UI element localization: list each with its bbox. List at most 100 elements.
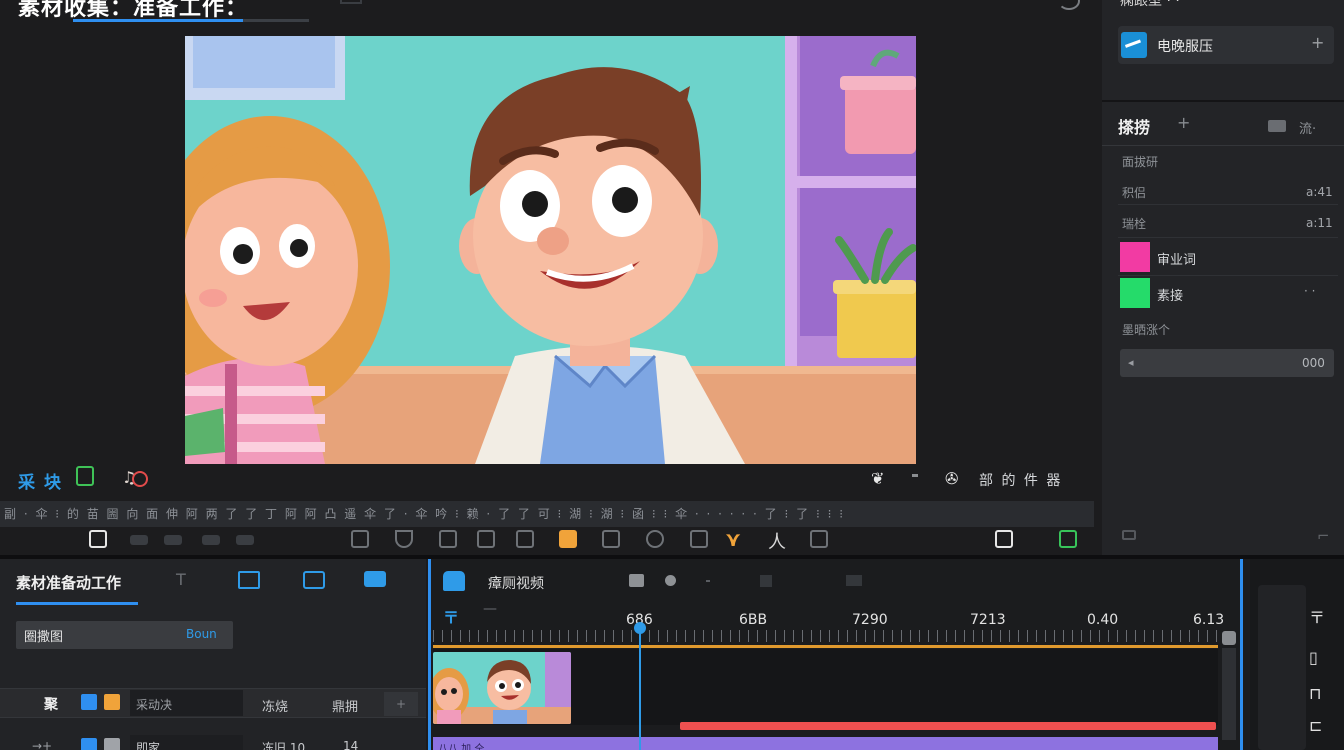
property-label: 瑞栓: [1122, 217, 1147, 231]
add-asset-button[interactable]: +: [1311, 33, 1324, 52]
cartoon-frame-image: [185, 36, 916, 464]
divider: [1102, 145, 1344, 146]
panel-icon[interactable]: ▯: [1309, 648, 1318, 667]
tab-assets[interactable]: 素材准备动工作: [16, 572, 121, 593]
tab-chat-icon[interactable]: [364, 571, 386, 587]
crop-tool-icon[interactable]: 采: [18, 468, 35, 493]
camera-icon[interactable]: [629, 574, 644, 587]
marker-icon[interactable]: [351, 530, 369, 548]
zoom-out-icon[interactable]: —: [483, 601, 497, 617]
timecode-label: 0.40: [1087, 612, 1119, 628]
tab-effects-icon[interactable]: [303, 571, 325, 589]
pin-icon[interactable]: [477, 530, 495, 548]
reset-icon[interactable]: [1122, 530, 1136, 540]
audio-record-icon[interactable]: ♫: [122, 468, 149, 487]
chat-icon: [443, 571, 465, 591]
tab-text-icon[interactable]: T: [176, 570, 186, 589]
align-top-icon[interactable]: 〒: [1309, 604, 1325, 628]
bracket-icon[interactable]: ⊓: [1309, 684, 1321, 703]
timeline-focus-border: [428, 559, 431, 750]
ruler-strip-text: 副 · 伞 ⁝ 的 苗 圌 向 面 伸 阿 两 了 了 丁 阿 阿 凸 遥 伞 …: [4, 507, 846, 521]
scroll-up-button[interactable]: [1222, 631, 1236, 645]
video-preview[interactable]: [185, 36, 916, 464]
add-property-button[interactable]: +: [1177, 113, 1190, 132]
color-stepper[interactable]: · ·: [1304, 284, 1315, 298]
search-filter-tag[interactable]: Boun: [186, 627, 217, 641]
timecode-label: 7290: [852, 612, 888, 628]
property-label: 墨晒涨个: [1122, 323, 1171, 337]
reverse-icon[interactable]: [690, 530, 708, 548]
video-type-icon: [81, 738, 97, 750]
color-swatch-pink[interactable]: [1120, 242, 1150, 272]
snap-icon[interactable]: 〒: [443, 604, 459, 628]
text-tool-icon[interactable]: [439, 530, 457, 548]
playhead[interactable]: [639, 626, 641, 750]
property-value[interactable]: a:41: [1306, 185, 1333, 199]
property-label: 积侣: [1122, 186, 1147, 200]
list-item-col-1: 冻旧 10: [262, 741, 306, 750]
freeze-icon[interactable]: [236, 535, 254, 545]
color-swatch-green[interactable]: [1120, 278, 1150, 308]
playhead-handle[interactable]: [634, 622, 646, 634]
title-underline-fill: [73, 19, 243, 22]
zoom-icon[interactable]: [995, 530, 1013, 548]
list-item-field-text: 采动决: [136, 698, 173, 712]
clip-thumbnail-image: [433, 652, 571, 724]
frame-tool-icon[interactable]: [76, 466, 94, 486]
asset-label: 电晚服压: [1157, 39, 1213, 55]
settings-icon[interactable]: ✇: [945, 469, 958, 488]
asset-thumbnail-icon: [1121, 32, 1147, 58]
panel-collapse-icon[interactable]: [340, 0, 362, 4]
snap-toggle-icon[interactable]: [1059, 530, 1077, 548]
person-icon[interactable]: 人: [768, 528, 786, 554]
mask-icon[interactable]: [395, 530, 413, 548]
vertical-scrollbar[interactable]: [1222, 648, 1236, 740]
file-type-icon: [104, 738, 120, 750]
layout-icon[interactable]: [1268, 120, 1286, 132]
audio-clip[interactable]: [680, 722, 1216, 730]
timeline-title: 瘴厕视频: [488, 576, 544, 592]
redo-icon[interactable]: [164, 535, 182, 545]
list-item-field-text: 即家: [136, 741, 161, 750]
audio-meter: [1258, 585, 1306, 750]
preview-ratio-label[interactable]: 部 的 件 器: [979, 470, 1062, 490]
timecode-label: 6BB: [739, 612, 768, 628]
add-item-button[interactable]: +: [384, 692, 418, 716]
theme-moon-icon[interactable]: [1058, 0, 1080, 10]
divider: [1102, 100, 1344, 102]
timeline-ruler[interactable]: [433, 630, 1218, 642]
work-area-bar[interactable]: [433, 645, 1218, 648]
divider: [1118, 237, 1338, 238]
section-mode-toggle[interactable]: 流·: [1299, 118, 1316, 137]
keyframe-icon[interactable]: [516, 530, 534, 548]
list-item-label: 聚: [44, 697, 58, 713]
split-tool-icon[interactable]: 块: [44, 468, 61, 493]
tab-sticker-icon[interactable]: [238, 571, 260, 589]
audio-type-icon: [104, 694, 120, 710]
select-tool-icon[interactable]: [89, 530, 107, 548]
undo-icon[interactable]: [130, 535, 148, 545]
slider-value[interactable]: 000: [1302, 356, 1325, 370]
audio-wave-icon[interactable]: ⋎: [725, 527, 741, 551]
divider: [1118, 275, 1338, 276]
delete-icon[interactable]: [202, 535, 220, 545]
property-value[interactable]: a:11: [1306, 216, 1333, 230]
adjust-icon[interactable]: [810, 530, 828, 548]
active-tab-indicator: [16, 602, 138, 605]
video-type-icon: [81, 694, 97, 710]
timecode-label: 7213: [970, 612, 1006, 628]
rotate-icon[interactable]: [646, 530, 664, 548]
separator-dash: [912, 474, 918, 477]
crop-icon[interactable]: [559, 530, 577, 548]
video-clip[interactable]: [433, 652, 571, 724]
record-icon[interactable]: [665, 575, 676, 586]
expand-icon[interactable]: ⌐: [1317, 527, 1330, 545]
asset-row[interactable]: [1118, 26, 1334, 64]
dock-icon[interactable]: ⊏: [1309, 716, 1322, 735]
split-icon[interactable]: [602, 530, 620, 548]
text-track-clip[interactable]: [433, 737, 1218, 750]
link-icon[interactable]: [846, 575, 862, 586]
fullscreen-icon[interactable]: ❦: [871, 469, 884, 488]
timeline-focus-border: [1240, 559, 1243, 750]
lock-icon[interactable]: [760, 575, 772, 587]
